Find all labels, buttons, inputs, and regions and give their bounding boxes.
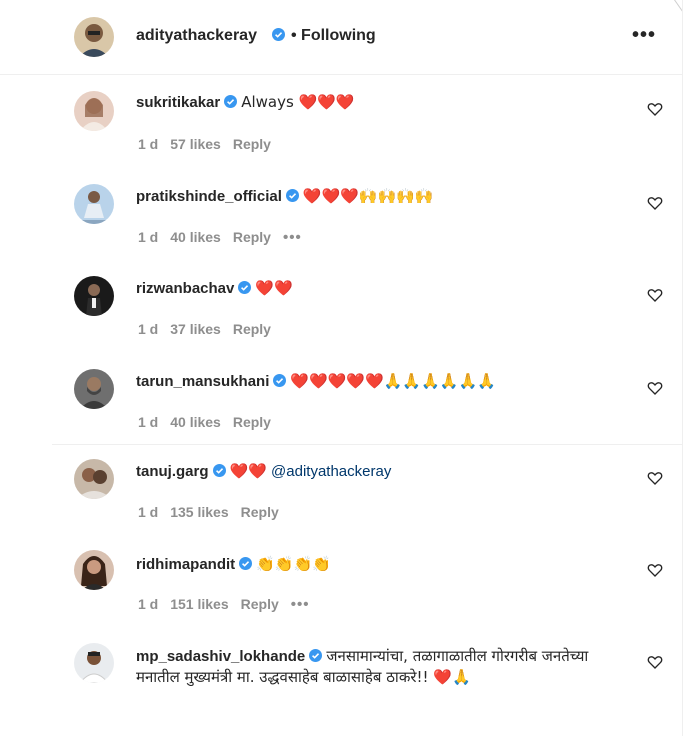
like-heart-icon[interactable] [647,654,663,670]
verified-badge-icon [285,189,299,202]
verified-badge-icon [212,464,226,477]
comment-time: 1 d [138,504,159,520]
comment-likes[interactable]: 40 likes [170,229,221,245]
comment-text: ❤️❤️❤️🙌🙌🙌🙌 [302,187,434,205]
like-heart-icon[interactable] [647,380,663,396]
reply-button[interactable]: Reply [233,229,271,245]
verified-badge-icon [239,557,253,570]
like-heart-icon[interactable] [647,287,663,303]
like-heart-icon[interactable] [647,195,663,211]
divider [52,444,682,445]
comment-likes[interactable]: 135 likes [170,504,228,520]
comment-text: ❤️❤️❤️❤️❤️🙏🙏🙏🙏🙏🙏 [290,372,496,390]
author-username[interactable]: adityathackeray [136,27,257,45]
commenter-avatar[interactable] [74,91,114,131]
commenter-avatar[interactable] [74,369,114,409]
comment-time: 1 d [138,321,159,337]
verified-badge-icon [272,28,285,41]
like-heart-icon[interactable] [647,470,663,486]
post-header: adityathackeray • Following ••• [0,0,682,75]
commenter-avatar[interactable] [74,184,114,224]
comment-time: 1 d [138,596,159,612]
like-heart-icon[interactable] [647,562,663,578]
commenter-username[interactable]: rizwanbachav [136,280,234,297]
like-heart-icon[interactable] [647,101,663,117]
comment-likes[interactable]: 151 likes [170,596,228,612]
reply-button[interactable]: Reply [233,321,271,337]
commenter-avatar[interactable] [74,276,114,316]
comment-time: 1 d [138,136,159,152]
reply-button[interactable]: Reply [241,596,279,612]
comment-text: ❤️❤️ [255,279,293,297]
comment-likes[interactable]: 37 likes [170,321,221,337]
commenter-username[interactable]: pratikshinde_official [136,188,282,205]
commenter-username[interactable]: tanuj.garg [136,463,209,480]
comment-likes[interactable]: 40 likes [170,414,221,430]
commenter-username[interactable]: ridhimapandit [136,556,235,573]
reply-button[interactable]: Reply [233,414,271,430]
comment-time: 1 d [138,414,159,430]
comment-text: ❤️❤️ [229,462,267,480]
comment-options-button[interactable]: ••• [283,229,302,246]
verified-badge-icon [273,374,287,387]
following-status[interactable]: • Following [272,27,376,45]
mention-link[interactable]: @adityathackeray [271,463,391,480]
comment-options-button[interactable]: ••• [291,596,310,613]
verified-badge-icon [309,649,323,662]
verified-badge-icon [224,95,238,108]
reply-button[interactable]: Reply [241,504,279,520]
comment-time: 1 d [138,229,159,245]
commenter-avatar[interactable] [74,643,114,683]
commenter-username[interactable]: sukritikakar [136,94,220,111]
commenter-avatar[interactable] [74,459,114,499]
verified-badge-icon [238,281,252,294]
commenter-username[interactable]: mp_sadashiv_lokhande [136,648,305,665]
reply-button[interactable]: Reply [233,136,271,152]
following-label: • Following [291,27,376,44]
commenter-avatar[interactable] [74,550,114,590]
comment-text: 👏👏👏👏 [256,555,331,573]
comment-likes[interactable]: 57 likes [170,136,221,152]
window-corner [664,0,682,18]
commenter-username[interactable]: tarun_mansukhani [136,373,269,390]
comment-text: Always ❤️❤️❤️ [241,93,355,111]
more-options-button[interactable]: ••• [632,24,656,47]
comments-panel: adityathackeray • Following ••• sukritik… [0,0,683,736]
author-avatar[interactable] [74,17,114,57]
